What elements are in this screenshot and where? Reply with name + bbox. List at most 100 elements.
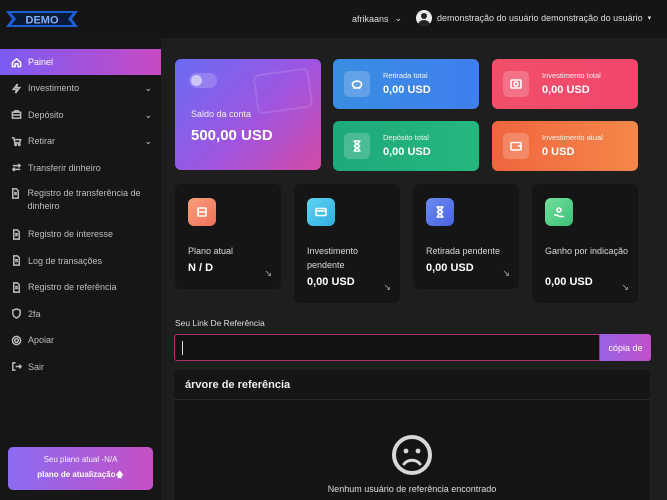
pending-withdraw-card: Retirada pendente 0,00 USD ↘ <box>413 184 519 289</box>
sidebar-item-deposito[interactable]: Depósito ⌄ <box>0 102 161 129</box>
referral-gain-label: Ganho por indicação <box>545 246 629 256</box>
balance-card: Saldo da conta 500,00 USD <box>175 59 321 170</box>
sidebar-item-sair[interactable]: Sair <box>0 354 161 381</box>
sidebar-item-registro-transferencia[interactable]: Registro de transferência de dinheiro <box>0 181 161 221</box>
sidebar: Painel Investimento ⌄ Depósito ⌄ Retirar… <box>0 38 161 500</box>
sidebar-item-label: Depósito <box>28 109 64 120</box>
upgrade-label: plano de atualização🡅 <box>37 470 124 479</box>
referral-gain-value: 0,00 USD <box>545 276 593 288</box>
chevron-down-icon: ⌄ <box>144 136 152 146</box>
piggy-bank-icon <box>344 71 370 97</box>
money-icon <box>503 71 529 97</box>
wallet-decoration <box>252 67 314 115</box>
sidebar-item-apoiar[interactable]: Apoiar <box>0 327 161 354</box>
withdraw-total-value: 0,00 USD <box>383 84 431 96</box>
language-selector[interactable]: afrikaans ⌄ <box>352 13 402 24</box>
referral-tree-panel: árvore de referência Nenhum usuário de r… <box>174 370 650 500</box>
deposit-total-value: 0,00 USD <box>383 146 431 158</box>
arrow-down-right-icon[interactable]: ↘ <box>621 282 629 293</box>
arrow-down-right-icon[interactable]: ↘ <box>264 268 272 279</box>
invest-current-value: 0 USD <box>542 146 575 158</box>
caret-down-icon: ▾ <box>647 15 652 22</box>
sidebar-item-label: Investimento <box>28 83 80 94</box>
deposit-total-card: Depósito total 0,00 USD <box>333 121 479 171</box>
sidebar-item-label: Transferir dinheiro <box>28 162 101 173</box>
sidebar-item-label: Painel <box>28 57 54 67</box>
referral-link-input[interactable] <box>174 334 600 361</box>
copy-button[interactable]: cópia de <box>600 334 651 361</box>
chevron-down-icon: ⌄ <box>144 83 152 93</box>
chevron-down-icon: ⌄ <box>144 109 152 120</box>
sidebar-item-painel[interactable]: Painel <box>0 49 161 75</box>
support-icon <box>10 334 22 346</box>
hourglass-icon <box>426 198 454 226</box>
plan-icon <box>188 198 216 226</box>
card-icon <box>307 198 335 226</box>
hourglass-icon <box>344 133 370 159</box>
toggle-icon <box>189 73 217 88</box>
pending-invest-value: 0,00 USD <box>307 276 355 288</box>
pending-withdraw-value: 0,00 USD <box>426 262 474 274</box>
sidebar-item-log-transacoes[interactable]: Log de transações <box>0 248 161 275</box>
current-plan-label: Plano atual <box>188 246 234 256</box>
sidebar-item-registro-referencia[interactable]: Registro de referência <box>0 274 161 301</box>
sidebar-item-label: Registro de transferência de dinheiro <box>27 188 141 211</box>
withdraw-total-card: Retirada total 0,00 USD <box>333 59 479 109</box>
sidebar-item-investimento[interactable]: Investimento ⌄ <box>0 75 161 102</box>
briefcase-icon <box>10 109 22 121</box>
sidebar-item-label: Apoiar <box>28 335 55 346</box>
deposit-total-label: Depósito total <box>383 133 429 142</box>
sidebar-item-retirar[interactable]: Retirar ⌄ <box>0 128 161 155</box>
pending-withdraw-label: Retirada pendente <box>426 246 501 256</box>
referral-gain-card: Ganho por indicação 0,00 USD ↘ <box>532 184 638 303</box>
file-icon <box>10 281 22 293</box>
shield-icon <box>10 308 22 320</box>
sidebar-item-label: Retirar <box>28 136 56 147</box>
demo-logo[interactable]: DEMO <box>6 9 78 29</box>
arrow-down-right-icon[interactable]: ↘ <box>502 268 510 279</box>
balance-value: 500,00 USD <box>191 127 273 144</box>
topbar: DEMO afrikaans ⌄ demonstração do usuário… <box>0 0 667 38</box>
wallet-icon <box>503 133 529 159</box>
sidebar-item-label: Log de transações <box>28 255 103 266</box>
avatar <box>416 10 432 26</box>
current-plan-value: N / D <box>188 262 214 274</box>
main-content: Saldo da conta 500,00 USD Retirada total… <box>161 38 667 500</box>
file-icon <box>10 255 22 267</box>
logo-text: DEMO <box>26 15 59 27</box>
user-menu[interactable]: demonstração do usuário demonstração do … <box>416 10 651 26</box>
withdraw-total-label: Retirada total <box>383 71 428 80</box>
arrow-down-right-icon[interactable]: ↘ <box>383 282 391 293</box>
sidebar-item-label: Registro de interesse <box>28 229 114 240</box>
language-label: afrikaans <box>352 13 389 24</box>
invest-total-label: Investimento total <box>542 71 601 80</box>
referral-link-label: Seu Link De Referência <box>175 318 265 328</box>
invest-total-value: 0,00 USD <box>542 84 590 96</box>
invest-current-card: Investimento atual 0 USD <box>492 121 638 171</box>
current-plan-text: Seu plano atual -N/A <box>43 455 118 464</box>
sidebar-item-label: 2fa <box>28 308 41 319</box>
current-plan-card: Plano atual N / D ↘ <box>175 184 281 289</box>
sidebar-item-label: Sair <box>28 361 45 372</box>
file-icon <box>10 187 21 199</box>
file-icon <box>10 228 22 240</box>
sidebar-item-label: Registro de referência <box>28 282 117 293</box>
pending-invest-label: Investimento pendente <box>307 246 359 270</box>
user-name: demonstração do usuário demonstração do … <box>437 13 643 23</box>
pending-invest-card: Investimento pendente 0,00 USD ↘ <box>294 184 400 303</box>
invest-current-label: Investimento atual <box>542 133 603 142</box>
cart-icon <box>10 135 22 147</box>
transfer-icon <box>10 162 22 174</box>
sidebar-item-2fa[interactable]: 2fa <box>0 301 161 328</box>
bolt-icon <box>10 82 22 94</box>
hand-money-icon <box>545 198 573 226</box>
logout-icon <box>10 361 22 373</box>
sidebar-item-registro-interesse[interactable]: Registro de interesse <box>0 221 161 248</box>
balance-label: Saldo da conta <box>191 109 252 119</box>
chevron-down-icon: ⌄ <box>394 13 403 23</box>
referral-tree-title: árvore de referência <box>174 370 650 400</box>
sidebar-item-transferir[interactable]: Transferir dinheiro <box>0 155 161 182</box>
empty-state-text: Nenhum usuário de referência encontrado <box>327 484 497 494</box>
invest-total-card: Investimento total 0,00 USD <box>492 59 638 109</box>
upgrade-plan-button[interactable]: Seu plano atual -N/A plano de atualizaçã… <box>8 447 153 490</box>
